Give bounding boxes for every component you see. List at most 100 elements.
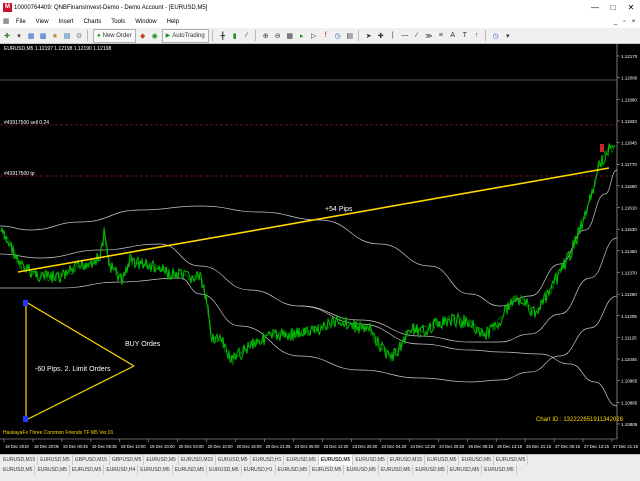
toolbar-separator [484,30,486,41]
menu-insert[interactable]: Insert [54,16,79,28]
timeframe-icon[interactable]: ◷ [491,30,501,42]
price-tick-label: 1.11920 [621,119,637,124]
chart-tab[interactable]: EURUSD,H1 [242,465,276,475]
chart-tab[interactable]: EURUSD,M15 [388,455,426,465]
chart-tab[interactable]: GBPUSD,M5 [110,455,145,465]
chart-tab[interactable]: EURUSD,M5 [310,465,345,475]
chart-tab[interactable]: EURUSD,M5 [482,465,517,475]
chart-tab[interactable]: EURUSD,M15 [1,455,39,465]
time-tick-label: 18 Dec 20:05 [34,444,60,449]
menu-help[interactable]: Help [162,16,184,28]
fibonacci-icon[interactable]: ≡ [436,30,446,42]
chart-tab[interactable]: EURUSD,M5 [173,465,208,475]
chart-tab[interactable]: GBPUSD,M15 [73,455,110,465]
menu-charts[interactable]: Charts [79,16,107,28]
chart-tab[interactable]: EURUSD,M15 [179,455,217,465]
profiles-icon[interactable]: ▾ [14,30,24,42]
price-tick-label: 1.11045 [621,357,637,362]
tile-windows-icon[interactable]: ▦ [285,30,295,42]
maximize-button[interactable]: □ [604,0,622,16]
chart-tab[interactable]: EURUSD,M5 [425,455,460,465]
price-chart[interactable]: #43917500 sell 0.24 #43917500 tp +54 Pip… [0,44,640,454]
window-controls: — □ ✕ [586,0,640,16]
profit-trendline[interactable] [17,167,610,273]
new-order-button[interactable]: ● New Order [93,28,136,43]
price-series-shadow [0,144,616,366]
mdi-minimize-button[interactable]: _ [611,16,620,28]
chart-tab[interactable]: EURUSD,M5 [353,455,388,465]
bar-chart-icon[interactable]: ╋ [218,30,228,42]
chart-tab[interactable]: EURUSD,M5 [284,455,319,465]
market-watch-icon[interactable]: ▦ [26,30,36,42]
chart-tab[interactable]: EURUSD,M5 [413,465,448,475]
mdi-close-button[interactable]: × [629,16,638,28]
triangle-top-edge [25,301,135,367]
price-scale[interactable]: 1.12170 1.12080 1.11990 1.11920 1.11845 1.117… [617,54,638,427]
autotrading-button[interactable]: ▶ AutoTrading [161,28,209,43]
candlestick-icon[interactable]: ▮ [230,30,240,42]
chart-tab[interactable]: EURUSD,M5 [207,465,242,475]
menu-file[interactable]: File [11,16,31,28]
chart-tab[interactable]: EURUSD,M5 [1,465,36,475]
time-tick-label: 26 Dec 13:15 [497,444,523,449]
price-tick-label: 1.11690 [621,184,637,189]
chart-window[interactable]: #43917500 sell 0.24 #43917500 tp +54 Pip… [0,44,640,454]
chart-tab[interactable]: EURUSD,M5 [35,465,70,475]
chart-shift-icon[interactable]: ▷ [309,30,319,42]
chart-tab[interactable]: EURUSD,M5 [318,455,354,465]
new-chart-icon[interactable]: ✚ [2,30,12,42]
indicators-icon[interactable]: f [321,30,331,42]
close-button[interactable]: ✕ [622,0,640,16]
mdi-restore-button[interactable]: ▫ [620,16,629,28]
vertical-line-icon[interactable]: | [388,30,398,42]
menu-window[interactable]: Window [130,16,161,28]
data-window-icon[interactable]: ▩ [38,30,48,42]
strategy-tester-icon[interactable]: ⚙ [74,30,84,42]
chart-tab[interactable]: EURUSD,M5 [276,465,310,475]
auto-scroll-icon[interactable]: ▸ [297,30,307,42]
chart-tab[interactable]: EURUSD,M5 [379,465,414,475]
menu-view[interactable]: View [31,16,54,28]
chart-window-menu-icon[interactable]: ▦ [1,17,11,27]
chart-tab[interactable]: EURUSD,M5 [459,455,494,465]
channel-icon[interactable]: ≫ [424,30,434,42]
periods-icon[interactable]: ◷ [333,30,343,42]
minimize-button[interactable]: — [586,0,604,16]
chart-tab[interactable]: EURUSD,M5 [144,455,179,465]
text-tool-icon[interactable]: A [448,30,458,42]
chart-tab[interactable]: EURUSD,M5 [344,465,379,475]
horizontal-line-icon[interactable]: — [400,30,410,42]
zoom-out-icon[interactable]: ⊖ [273,30,283,42]
cursor-icon[interactable]: ➤ [364,30,374,42]
options-icon[interactable]: ◉ [150,30,160,42]
chart-tab-bar: EURUSD,M15 EURUSD,M5 GBPUSD,M15 GBPUSD,M5 EU… [0,454,640,481]
price-tick-label: 1.11845 [621,141,637,146]
templates-icon[interactable]: ▤ [345,30,355,42]
chart-tab[interactable]: EURUSD,H1 [251,455,285,465]
triangle-top-handle[interactable] [23,300,28,306]
navigator-icon[interactable]: ★ [50,30,60,42]
crosshair-icon[interactable]: ✚ [376,30,386,42]
time-scale[interactable]: 19 Dec 2019 18 Dec 20:05 19 Dec 00:45 19 De… [3,439,639,449]
time-tick-label: 20 Dec 04:00 [179,444,205,449]
terminal-icon[interactable]: ▤ [62,30,72,42]
time-tick-label: 24 Dec 12:20 [410,444,436,449]
metaeditor-icon[interactable]: ◆ [138,30,148,42]
price-tick-label: 1.11770 [621,162,637,167]
limit-orders-label: -60 Pips. 2. Limit Orders [35,366,111,373]
menu-tools[interactable]: Tools [106,16,130,28]
zoom-in-icon[interactable]: ⊕ [261,30,271,42]
chart-tab[interactable]: EURUSD,M5 [216,455,251,465]
chart-tab[interactable]: EURUSD,M5 [38,455,73,465]
triangle-bottom-handle[interactable] [23,416,28,422]
chart-tab[interactable]: EURUSD,M5 [448,465,483,475]
chart-tab[interactable]: EURUSD,M5 [70,465,105,475]
label-tool-icon[interactable]: T [460,30,470,42]
chart-tab[interactable]: EURUSD,M5 [138,465,173,475]
chart-tab[interactable]: EURUSD,H4 [104,465,139,475]
chart-tab[interactable]: EURUSD,M5 [494,455,529,465]
arrows-tool-icon[interactable]: ↑ [472,30,482,42]
timeframe-dropdown-icon[interactable]: ▾ [503,30,513,42]
trendline-icon[interactable]: ∕ [412,30,422,42]
line-chart-icon[interactable]: ∕ [242,30,252,42]
